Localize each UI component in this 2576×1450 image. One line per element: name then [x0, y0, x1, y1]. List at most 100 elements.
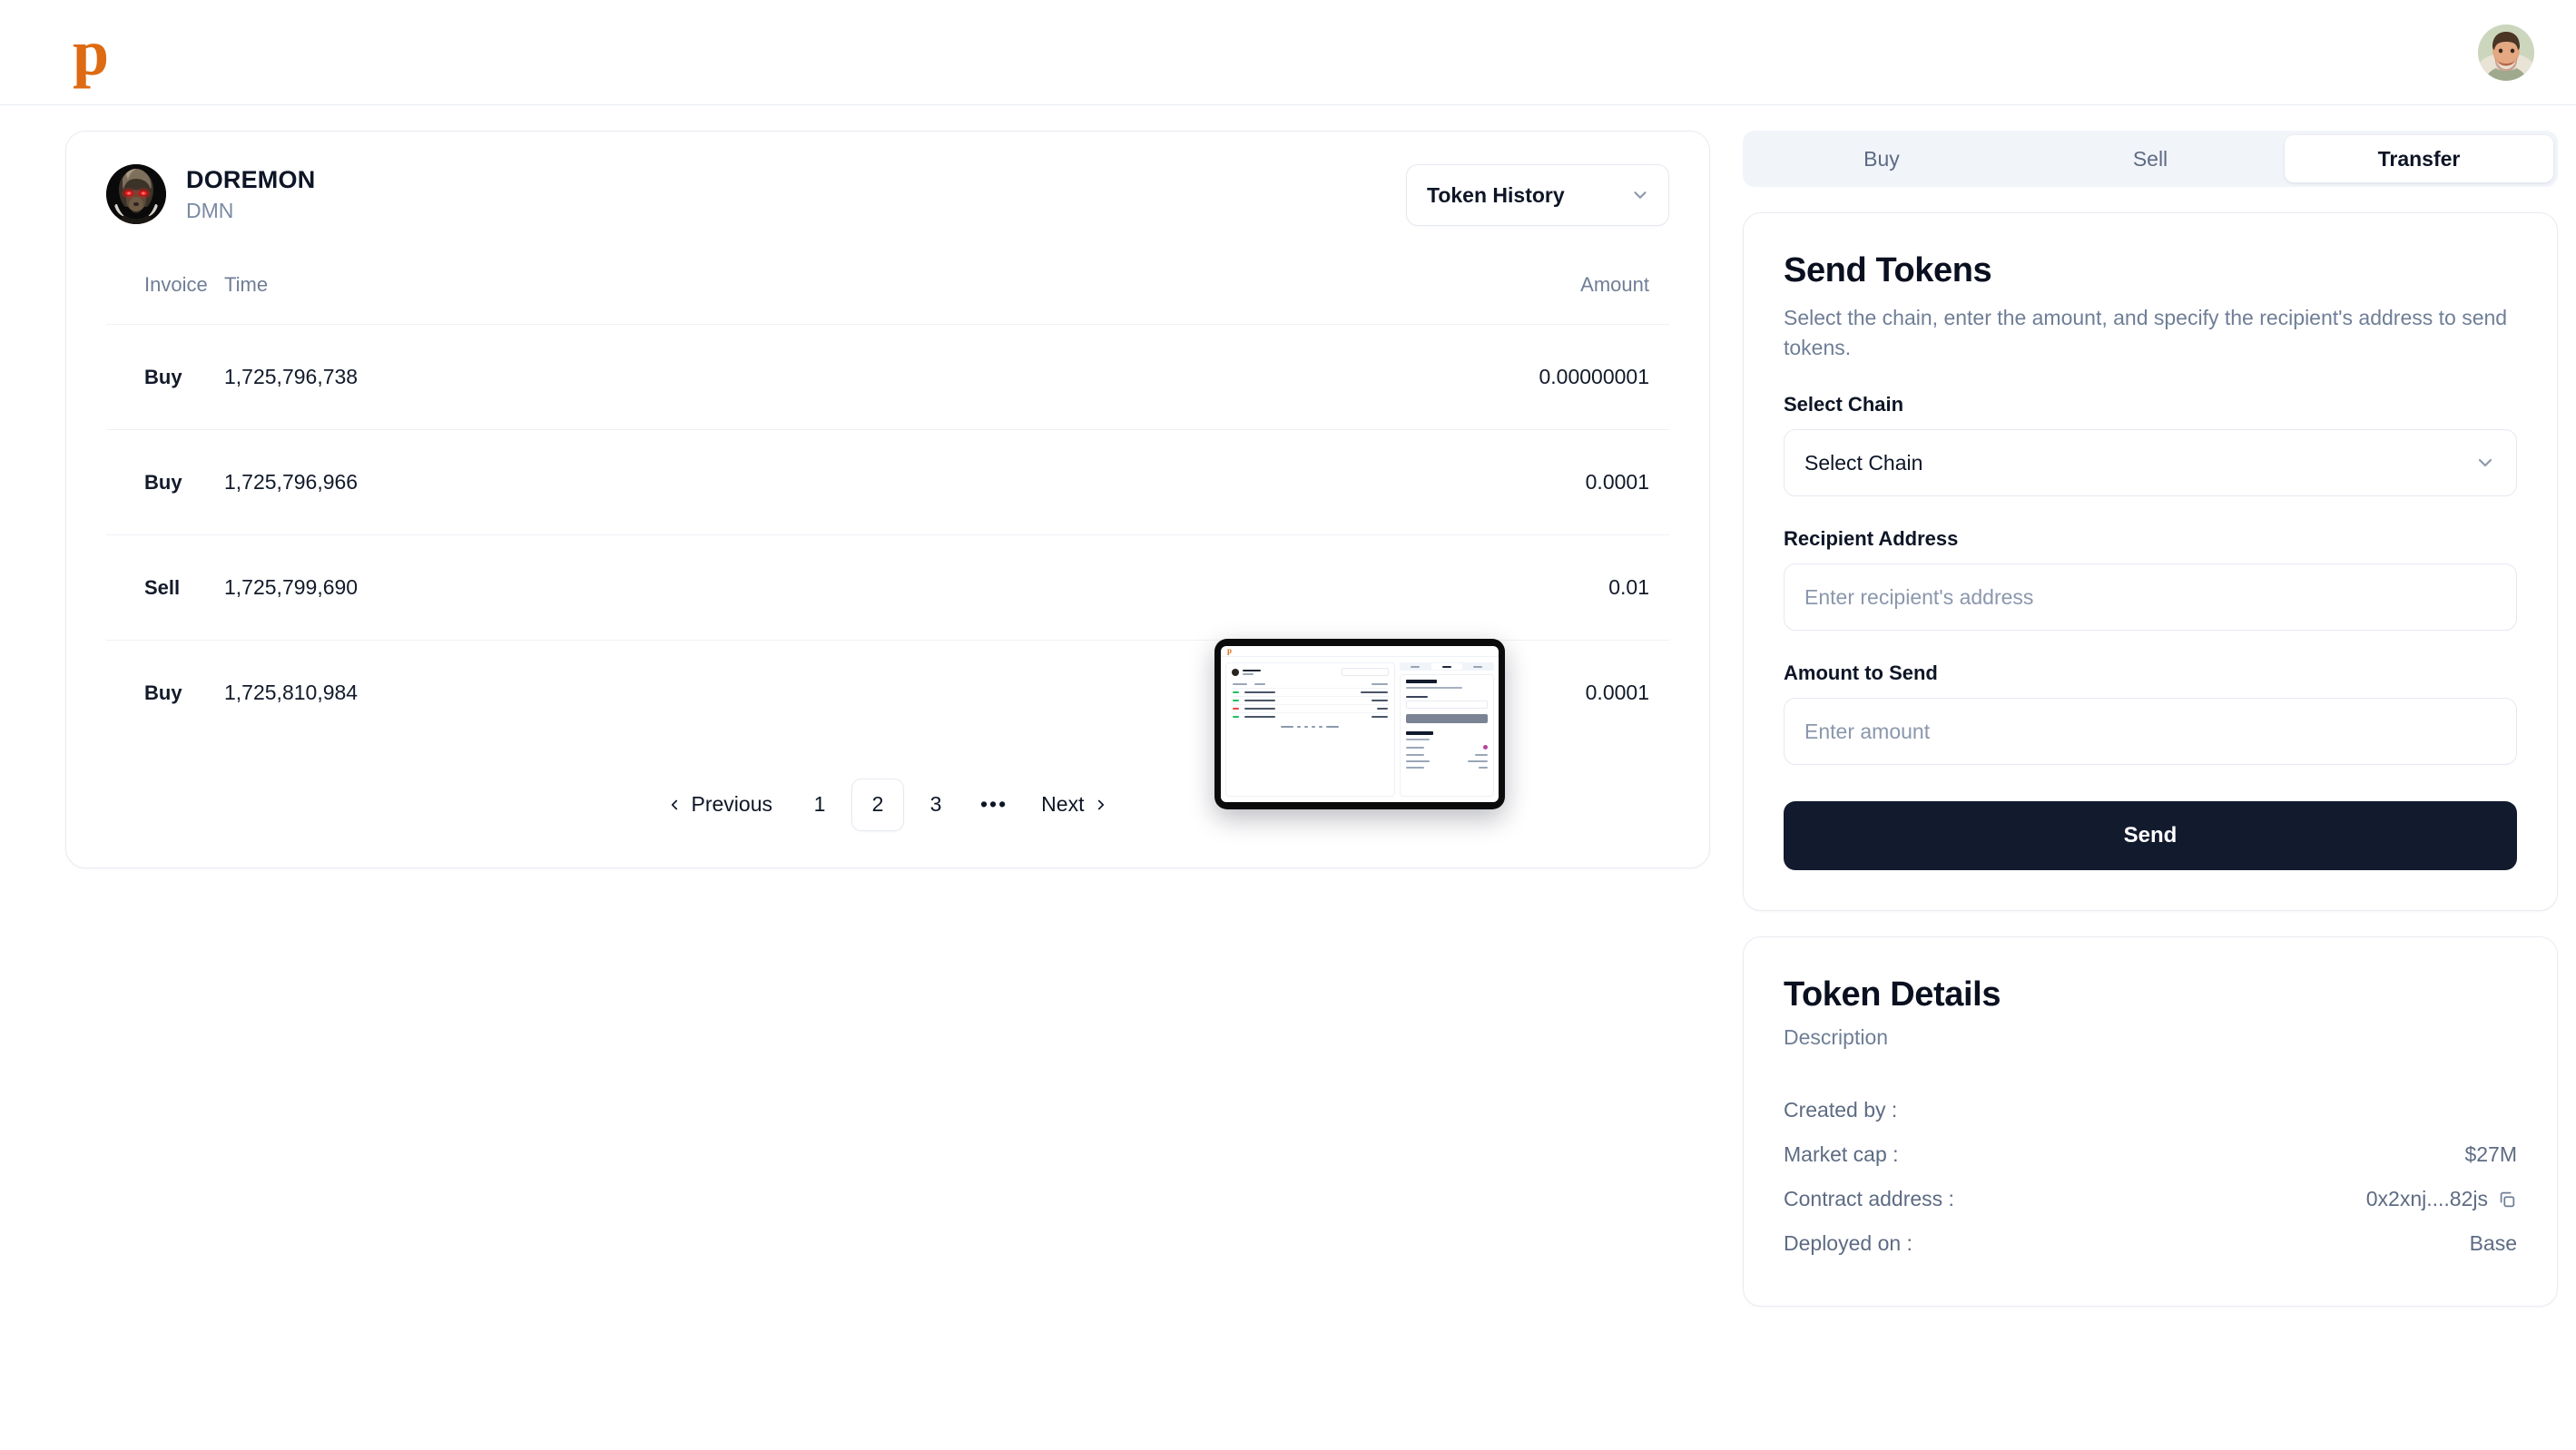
pagination-previous-label: Previous: [691, 792, 772, 816]
recipient-address-label: Recipient Address: [1784, 527, 1959, 551]
row-side: Buy: [144, 470, 182, 494]
recipient-address-input[interactable]: [1784, 563, 2517, 632]
send-tokens-panel: Send Tokens Select the chain, enter the …: [1743, 212, 2558, 912]
send-tokens-title: Send Tokens: [1784, 251, 1992, 289]
pip-trade-tabs: [1399, 662, 1494, 671]
token-name-block: DOREMON DMN: [186, 165, 315, 223]
pip-sell-panel: [1399, 674, 1494, 797]
amount-to-send-label: Amount to Send: [1784, 661, 1938, 685]
pagination-ellipsis: •••: [980, 792, 1008, 816]
pip-body: [1221, 657, 1499, 802]
column-header-time: Time: [224, 273, 269, 296]
amount-to-send-field: Amount to Send: [1784, 661, 2517, 766]
token-description-label: Description: [1784, 1025, 1889, 1050]
pip-amount-input: [1405, 701, 1488, 709]
table-row[interactable]: Sell 1,725,799,690 0.01: [106, 534, 1669, 641]
pagination-page-1[interactable]: 1: [793, 779, 846, 831]
token-history-dropdown-label: Token History: [1427, 182, 1565, 207]
detail-value: Base: [2469, 1231, 2517, 1256]
app-logo[interactable]: p: [73, 20, 109, 85]
table-header: Invoice Time Amount: [106, 273, 1669, 325]
right-sidebar: Buy Sell Transfer Send Tokens Select the…: [1743, 131, 2558, 1308]
token-history-dropdown[interactable]: Token History: [1406, 164, 1669, 226]
token-details-panel: Token Details Description Created by : M…: [1743, 936, 2558, 1308]
row-side: Buy: [144, 365, 182, 388]
pip-tab-sell: [1431, 663, 1462, 670]
pip-tab-buy: [1401, 663, 1431, 670]
detail-created-by: Created by :: [1784, 1088, 2517, 1132]
column-header-amount: Amount: [1580, 273, 1649, 296]
table-row[interactable]: Buy 1,725,796,738 0.00000001: [106, 324, 1669, 430]
pip-topbar: p: [1221, 646, 1499, 657]
tab-transfer[interactable]: Transfer: [2285, 135, 2553, 182]
pip-tab-transfer: [1463, 663, 1493, 670]
column-header-invoice: Invoice: [144, 273, 208, 296]
tab-sell[interactable]: Sell: [2016, 135, 2285, 182]
pip-table-row: [1232, 712, 1389, 720]
picture-in-picture-device-preview[interactable]: p: [1214, 639, 1505, 809]
pip-token-identity: [1232, 668, 1389, 676]
detail-value-wrap: 0x2xnj....82js: [2366, 1187, 2517, 1211]
token-name: DOREMON: [186, 165, 316, 193]
pagination-next-button[interactable]: Next: [1026, 779, 1125, 831]
detail-key: Created by :: [1784, 1098, 1898, 1122]
send-button[interactable]: Send: [1784, 801, 2517, 871]
pip-table-header: [1232, 681, 1389, 688]
contract-address-value: 0x2xnj....82js: [2365, 1187, 2488, 1211]
chevron-down-icon: [1630, 185, 1650, 205]
pip-sell-button: [1405, 714, 1488, 723]
send-tokens-subtitle: Select the chain, enter the amount, and …: [1784, 306, 2508, 359]
select-chain-label: Select Chain: [1784, 393, 1904, 416]
recipient-address-field: Recipient Address: [1784, 527, 2517, 632]
chevron-left-icon: [666, 797, 683, 813]
token-identity: DOREMON DMN: [106, 164, 315, 224]
row-side: Sell: [144, 575, 181, 599]
pip-logo-icon: p: [1227, 646, 1233, 655]
pip-screen: p: [1221, 646, 1499, 802]
pip-pagination: [1232, 726, 1389, 728]
amount-to-send-input[interactable]: [1784, 698, 2517, 766]
pagination-next-label: Next: [1041, 792, 1085, 816]
row-time: 1,725,810,984: [224, 681, 359, 705]
token-details-rows: Created by : Market cap : $27M Contract …: [1784, 1088, 2517, 1266]
pip-token-avatar: [1232, 668, 1239, 676]
table-row[interactable]: Buy 1,725,796,966 0.0001: [106, 429, 1669, 535]
select-chain-dropdown[interactable]: Select Chain: [1784, 429, 2517, 497]
pip-detail-row: [1405, 767, 1488, 769]
copy-icon[interactable]: [2497, 1190, 2517, 1210]
row-time: 1,725,796,738: [224, 365, 359, 388]
row-side: Buy: [144, 681, 182, 704]
row-amount: 0.0001: [1585, 470, 1649, 494]
pip-detail-row: [1405, 754, 1488, 756]
pip-table-row: [1232, 696, 1389, 704]
token-avatar: [106, 164, 166, 224]
trade-tabs: Buy Sell Transfer: [1743, 131, 2558, 187]
pip-token-name-block: [1243, 669, 1261, 675]
user-profile-avatar[interactable]: [2478, 24, 2534, 81]
token-card-header: DOREMON DMN Token History: [106, 164, 1669, 226]
pip-table-row: [1232, 688, 1389, 696]
pip-table-row: [1232, 704, 1389, 712]
pagination-previous-button[interactable]: Previous: [651, 779, 788, 831]
pip-history-dropdown: [1341, 668, 1389, 676]
select-chain-field: Select Chain Select Chain: [1784, 393, 2517, 497]
row-amount: 0.01: [1608, 575, 1649, 599]
chevron-down-icon: [2474, 452, 2496, 474]
detail-value: $27M: [2464, 1142, 2517, 1167]
page-body: DOREMON DMN Token History Invoice Time A…: [0, 105, 2576, 1450]
pip-detail-row: [1405, 760, 1488, 762]
pagination-page-3[interactable]: 3: [909, 779, 962, 831]
pip-history-card: [1225, 662, 1395, 797]
row-time: 1,725,796,966: [224, 470, 359, 494]
detail-key: Market cap :: [1784, 1142, 1899, 1167]
select-chain-value: Select Chain: [1804, 450, 1923, 475]
detail-key: Deployed on :: [1784, 1231, 1912, 1256]
detail-market-cap: Market cap : $27M: [1784, 1132, 2517, 1177]
tab-buy[interactable]: Buy: [1747, 135, 2016, 182]
pip-right-column: [1399, 662, 1494, 797]
detail-key: Contract address :: [1784, 1187, 1954, 1211]
row-amount: 0.00000001: [1539, 365, 1649, 388]
detail-deployed-on: Deployed on : Base: [1784, 1221, 2517, 1266]
top-navbar: p: [0, 0, 2576, 105]
pagination-page-2[interactable]: 2: [851, 778, 904, 831]
